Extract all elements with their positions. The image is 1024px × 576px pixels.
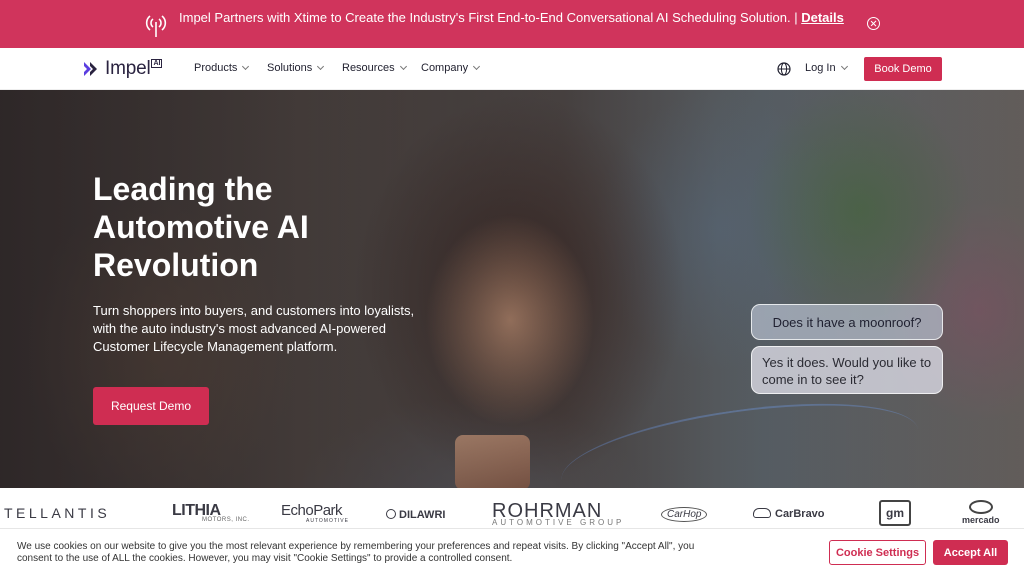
hero-headline: Leading the Automotive AI Revolution [93, 171, 309, 283]
logo-text: Impel [105, 58, 151, 79]
impel-logo[interactable]: Impel AI [82, 58, 163, 80]
login-menu[interactable]: Log In [805, 62, 848, 74]
nav-resources[interactable]: Resources [342, 62, 407, 74]
echopark-logo: EchoPark AUTOMOTIVE [281, 502, 349, 524]
top-nav: Impel AI Products Solutions Resources Co… [0, 48, 1024, 90]
accept-all-button[interactable]: Accept All [933, 540, 1008, 565]
cookie-text: We use cookies on our website to give yo… [17, 541, 695, 564]
nav-company[interactable]: Company [421, 62, 481, 74]
lithia-logo: LITHIA MOTORS, INC. [172, 502, 250, 523]
request-demo-button[interactable]: Request Demo [93, 387, 209, 425]
partner-logo-strip: TELLANTIS LITHIA MOTORS, INC. EchoPark A… [0, 488, 1024, 528]
chevron-down-icon [317, 62, 325, 71]
car-icon [753, 508, 771, 518]
hero-overlay [0, 90, 1024, 488]
chevron-down-icon [473, 62, 481, 71]
announcement-text: Impel Partners with Xtime to Create the … [179, 10, 844, 25]
hero-subheadline: Turn shoppers into buyers, and customers… [93, 303, 415, 354]
carbravo-logo: CarBravo [753, 508, 825, 520]
mercado-mark-icon [968, 500, 993, 514]
details-link[interactable]: Details [801, 10, 844, 25]
broadcast-icon [145, 15, 167, 37]
chat-bubble-question: Does it have a moonroof? [751, 304, 943, 340]
book-demo-button[interactable]: Book Demo [864, 57, 942, 81]
announcement-bar: Impel Partners with Xtime to Create the … [0, 0, 1024, 48]
chevron-down-icon [242, 62, 250, 71]
carhop-logo: CarHop [661, 507, 708, 522]
rohrman-logo: ROHRMAN AUTOMOTIVE GROUP [492, 500, 625, 527]
nav-products[interactable]: Products [194, 62, 250, 74]
chat-bubble-answer: Yes it does. Would you like to come in t… [751, 346, 943, 394]
cookie-settings-button[interactable]: Cookie Settings [829, 540, 926, 565]
dilawri-logo: DILAWRI [386, 509, 445, 521]
cookie-banner: We use cookies on our website to give yo… [0, 528, 1024, 576]
chevron-down-icon [840, 62, 848, 71]
stellantis-logo: TELLANTIS [4, 505, 111, 521]
close-icon[interactable] [867, 17, 880, 30]
nav-solutions[interactable]: Solutions [267, 62, 325, 74]
chevron-down-icon [399, 62, 407, 71]
impel-mark-icon [84, 62, 97, 76]
hero-section: Leading the Automotive AI Revolution Tur… [0, 90, 1024, 488]
dilawri-mark-icon [386, 509, 396, 519]
mercado-logo: mercado [962, 500, 1000, 525]
gm-logo: gm [879, 500, 911, 526]
logo-ai-badge: AI [151, 59, 163, 68]
globe-icon[interactable] [777, 62, 791, 76]
